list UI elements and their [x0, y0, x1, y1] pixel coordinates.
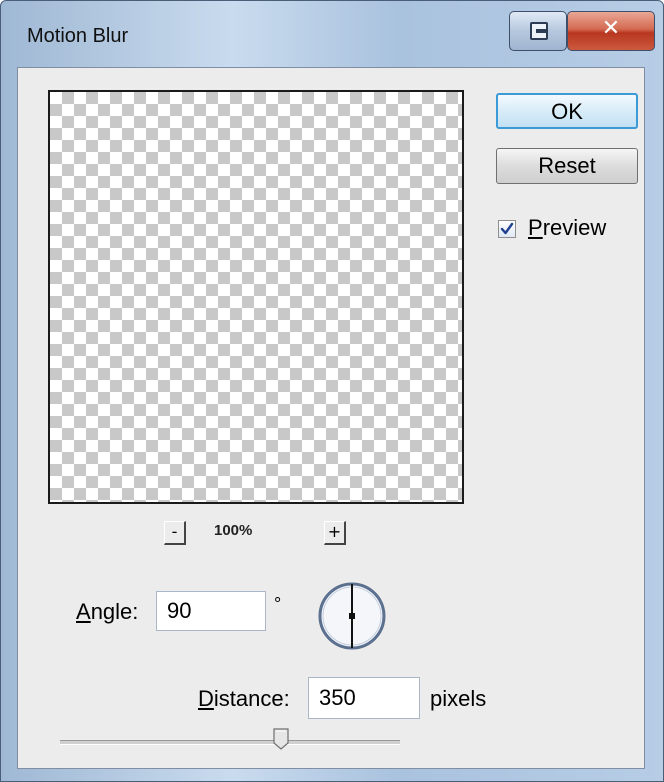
dialog-window: Motion Blur ✕ OK Reset Preview - 100% + … [0, 0, 664, 782]
distance-slider-thumb[interactable] [273, 728, 289, 750]
title-bar[interactable]: Motion Blur ✕ [1, 1, 663, 67]
zoom-level: 100% [214, 522, 253, 539]
checkmark-icon [500, 222, 514, 235]
pixels-unit-label: pixels [430, 686, 487, 711]
zoom-in-button[interactable]: + [324, 521, 346, 545]
angle-dial-icon[interactable] [316, 580, 388, 652]
dialog-body: OK Reset Preview - 100% + Angle: 90 ° Di… [17, 67, 645, 769]
restore-window-icon [530, 22, 548, 40]
distance-input[interactable]: 350 [308, 677, 420, 719]
angle-label: Angle: [76, 599, 139, 624]
ok-button[interactable]: OK [496, 93, 638, 129]
close-icon: ✕ [601, 16, 621, 41]
window-title: Motion Blur [27, 25, 129, 47]
preview-checkbox[interactable] [498, 220, 516, 238]
preview-canvas[interactable] [48, 90, 464, 504]
distance-slider-track[interactable] [60, 740, 400, 745]
close-button[interactable]: ✕ [567, 11, 655, 51]
degree-symbol: ° [274, 594, 282, 614]
distance-label: Distance: [198, 686, 290, 711]
preview-label[interactable]: Preview [528, 215, 606, 241]
restore-button[interactable] [509, 11, 567, 51]
reset-button[interactable]: Reset [496, 148, 638, 184]
angle-input[interactable]: 90 [156, 591, 266, 631]
zoom-out-button[interactable]: - [164, 521, 186, 545]
